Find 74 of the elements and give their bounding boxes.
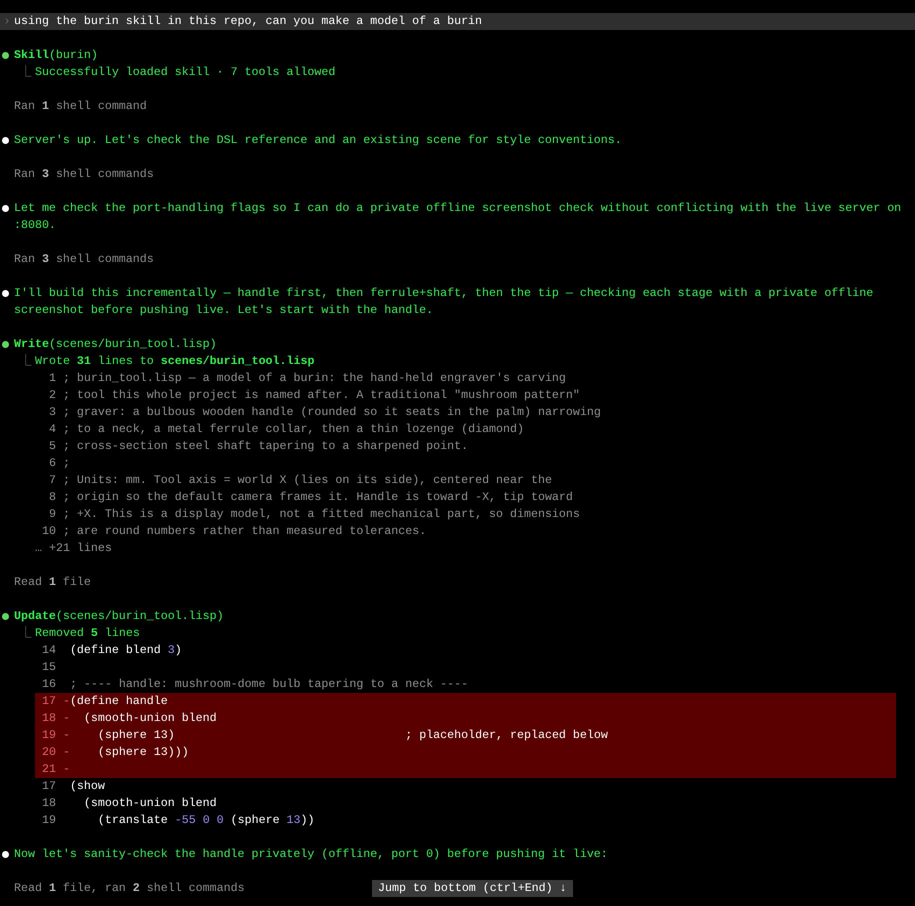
- message-text: Now let's sanity-check the handle privately (offline, port 0) before pushing it live:: [14, 847, 609, 863]
- line-number: 2: [48, 388, 56, 404]
- status-dot: [2, 137, 9, 144]
- line-number: 9: [48, 507, 56, 523]
- code-line: ; Units: mm. Tool axis = world X (lies on its side), centered near the: [62, 473, 552, 489]
- code-line: ; +X. This is a display model, not a fitted mechanical part, so dimensions: [62, 507, 580, 523]
- tool-call-title: Skill(burin): [14, 48, 98, 64]
- tool-call-title: Write(scenes/burin_tool.lisp): [14, 337, 217, 353]
- line-number: 19: [42, 728, 56, 744]
- code-line: ; burin_tool.lisp — a model of a burin: the hand-held engraver's carving: [62, 371, 566, 387]
- tool-result-text: Wrote 31 lines to scenes/burin_tool.lisp: [35, 354, 314, 370]
- status-dot: [2, 205, 9, 212]
- chevron-icon: ›: [0, 13, 14, 30]
- line-number: 10: [40, 524, 56, 540]
- code-line: (sphere 13) ; placeholder, replaced below: [96, 728, 608, 744]
- diff-marker: -: [62, 711, 70, 727]
- message-text: Let me check the port-handling flags so I can do a private offline screenshot check without conflicting with the live server on :8080.: [14, 201, 902, 234]
- line-number: 21: [42, 762, 56, 778]
- status-dot: [2, 851, 9, 858]
- tool-result-text: Removed 5 lines: [35, 626, 140, 642]
- result-branch-icon: ⎿: [20, 64, 35, 81]
- line-number: 14: [42, 643, 56, 659]
- line-number: 20: [42, 745, 56, 761]
- tool-call-title: Update(scenes/burin_tool.lisp): [14, 609, 224, 625]
- code-line: (define handle: [70, 694, 168, 710]
- line-number: 8: [48, 490, 56, 506]
- line-number: 17: [42, 779, 56, 795]
- code-line: (translate -55 0 0 (sphere 13)): [96, 813, 315, 829]
- code-line: ; origin so the default camera frames it. Handle is toward -X, tip toward: [62, 490, 573, 506]
- code-line: ; graver: a bulbous wooden handle (rounded so it seats in the palm) narrowing: [62, 405, 601, 421]
- status-dot: [2, 290, 9, 297]
- summary-text: Read 1 file: [14, 575, 91, 591]
- code-line: (define blend 3): [70, 643, 182, 659]
- code-line: ; tool this whole project is named after. A traditional "mushroom pattern": [62, 388, 580, 404]
- line-number: 3: [48, 405, 56, 421]
- diff-marker: -: [62, 745, 70, 761]
- code-line: ;: [62, 456, 70, 472]
- prompt-text: using the burin skill in this repo, can you make a model of a burin: [14, 14, 482, 30]
- line-number: 7: [48, 473, 56, 489]
- code-line: ; ---- handle: mushroom-dome bulb tapering to a neck ----: [70, 677, 468, 693]
- message-text: I'll build this incrementally — handle first, then ferrule+shaft, then the tip — checking each stage with a private offline screenshot before pushing live. Let's start with the handle.: [14, 286, 874, 319]
- status-dot: [2, 52, 9, 59]
- line-number: 19: [42, 813, 56, 829]
- code-line: ; cross-section steel shaft tapering to a sharpened point.: [62, 439, 468, 455]
- code-line: (smooth-union blend: [82, 796, 217, 812]
- diff-marker: -: [62, 728, 70, 744]
- status-dot: [2, 341, 9, 348]
- result-branch-icon: ⎿: [20, 625, 35, 642]
- status-dot: [2, 613, 9, 620]
- summary-text: Ran 3 shell commands: [14, 167, 154, 183]
- line-number: 18: [42, 796, 56, 812]
- result-branch-icon: ⎿: [20, 353, 35, 370]
- diff-marker: -: [62, 762, 70, 778]
- code-line: (smooth-union blend: [82, 711, 217, 727]
- tool-result-text: Successfully loaded skill · 7 tools allowed: [35, 65, 336, 81]
- line-number: 17: [42, 694, 56, 710]
- summary-text: Read 1 file, ran 2 shell commands: [14, 881, 245, 897]
- code-line: (show: [70, 779, 105, 795]
- diff-marker: -: [62, 694, 70, 710]
- line-number: 16: [42, 677, 56, 693]
- line-number: 18: [42, 711, 56, 727]
- code-line: ; are round numbers rather than measured tolerances.: [62, 524, 426, 540]
- message-text: Server's up. Let's check the DSL reference and an existing scene for style conventions.: [14, 133, 623, 149]
- summary-text: Ran 3 shell commands: [14, 252, 154, 268]
- line-number: 4: [48, 422, 56, 438]
- line-number: 15: [42, 660, 56, 676]
- line-number: 1: [48, 371, 56, 387]
- line-number: 5: [48, 439, 56, 455]
- more-lines-text: … +21 lines: [34, 541, 113, 557]
- code-line: (sphere 13))): [96, 745, 189, 761]
- summary-text: Ran 1 shell command: [14, 99, 147, 115]
- jump-to-bottom-button[interactable]: Jump to bottom (ctrl+End) ↓: [372, 880, 573, 897]
- line-number: 6: [48, 456, 56, 472]
- code-line: ; to a neck, a metal ferrule collar, then a thin lozenge (diamond): [62, 422, 524, 438]
